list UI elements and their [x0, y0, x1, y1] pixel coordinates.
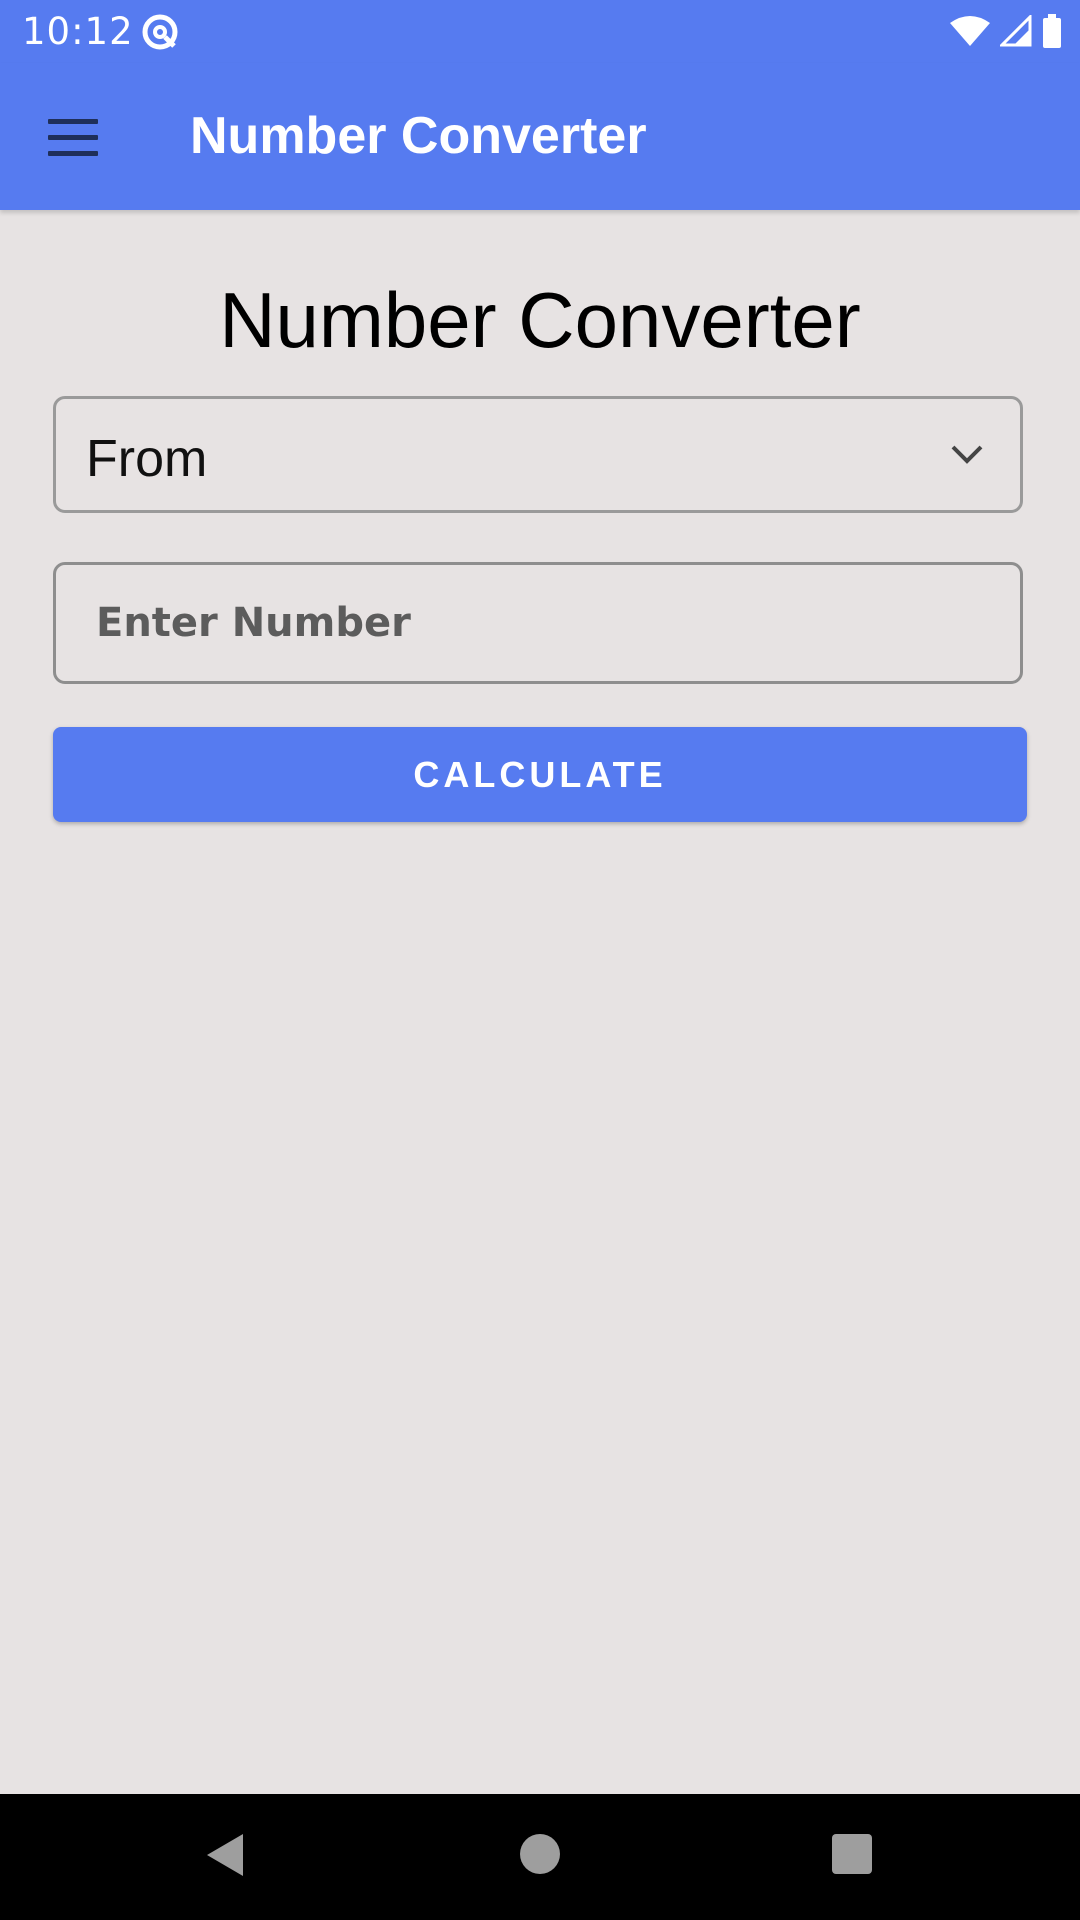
- wifi-icon: [950, 16, 990, 46]
- toolbar-title: Number Converter: [190, 107, 647, 165]
- calculate-button[interactable]: CALCULATE: [53, 727, 1027, 822]
- page-title: Number Converter: [219, 276, 861, 364]
- chevron-down-icon: [951, 445, 983, 464]
- back-icon[interactable]: [205, 1832, 245, 1878]
- battery-icon: [1043, 14, 1061, 48]
- from-select-value: From: [86, 430, 208, 488]
- from-select[interactable]: From: [53, 396, 1023, 513]
- status-bar: 10:12: [0, 0, 1080, 63]
- home-icon[interactable]: [520, 1834, 560, 1874]
- status-time: 10:12: [22, 10, 134, 53]
- number-input[interactable]: [53, 562, 1023, 684]
- status-icons: [950, 13, 1062, 49]
- cell-signal-icon: [1000, 15, 1032, 47]
- app-toolbar: Number Converter: [0, 63, 1080, 210]
- recents-icon[interactable]: [832, 1834, 872, 1874]
- hamburger-menu-icon[interactable]: [28, 103, 116, 173]
- navigation-bar: [0, 1794, 1080, 1920]
- at-sign-icon: [142, 14, 178, 50]
